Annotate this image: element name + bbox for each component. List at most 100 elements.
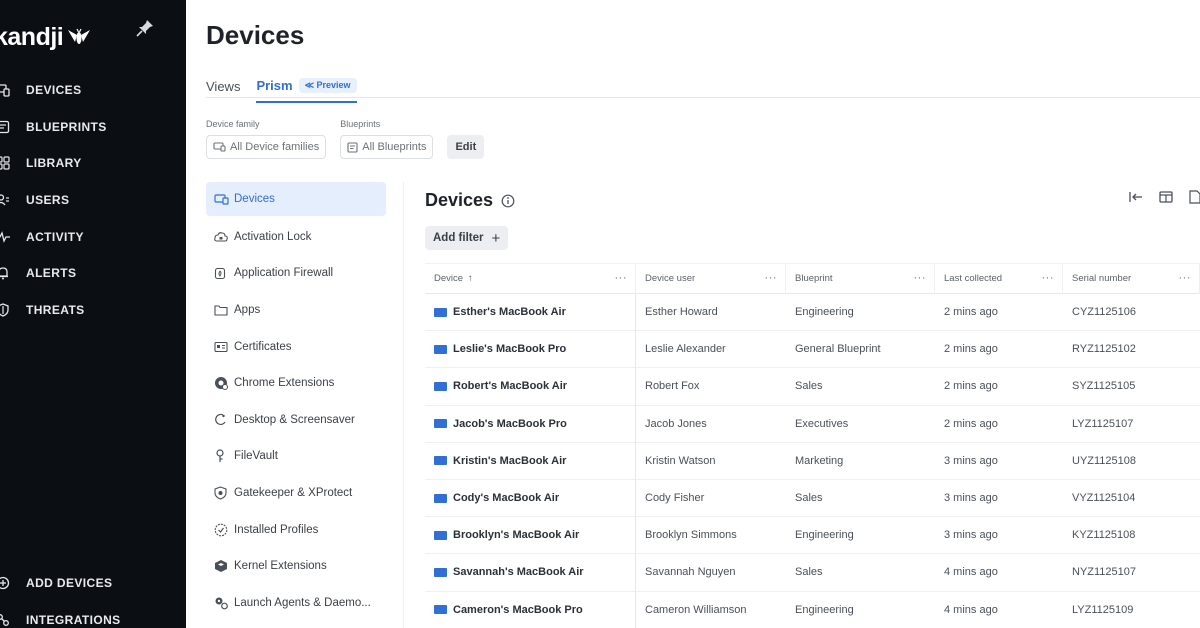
- device-cell[interactable]: Jacob's MacBook Pro: [425, 405, 636, 443]
- category-label: Installed Profiles: [234, 523, 319, 536]
- category-certificates[interactable]: Certificates: [206, 328, 386, 365]
- sidebar-item-label: USERS: [26, 193, 70, 208]
- integrations-icon: [0, 612, 26, 628]
- category-devices[interactable]: Devices: [206, 182, 386, 216]
- firewall-icon: [214, 267, 234, 280]
- device-user-cell: Cameron Williamson: [645, 603, 747, 616]
- category-application-firewall[interactable]: Application Firewall: [206, 255, 386, 292]
- tab-views[interactable]: Views: [206, 79, 240, 94]
- sidebar-item-integrations[interactable]: INTEGRATIONS: [0, 602, 186, 628]
- info-icon[interactable]: [501, 194, 515, 208]
- category-filevault[interactable]: FileVault: [206, 438, 386, 475]
- blueprint-icon: [347, 141, 358, 153]
- table-row[interactable]: Leslie's MacBook Pro Leslie Alexander Ge…: [425, 330, 1200, 369]
- sidebar-item-activity[interactable]: ACTIVITY: [0, 218, 186, 255]
- category-apps[interactable]: Apps: [206, 292, 386, 329]
- category-activation-lock[interactable]: Activation Lock: [206, 219, 386, 256]
- tab-prism[interactable]: Prism ≪ Preview: [256, 78, 357, 103]
- column-menu-icon[interactable]: ···: [615, 272, 628, 284]
- column-header-device[interactable]: Device ↑ ···: [425, 263, 636, 294]
- kandji-logo[interactable]: kandji: [0, 22, 92, 52]
- sidebar-item-label: DEVICES: [26, 83, 82, 98]
- category-installed-profiles[interactable]: Installed Profiles: [206, 511, 386, 548]
- column-header-device-user[interactable]: Device user ···: [636, 263, 786, 294]
- table-row[interactable]: Esther's MacBook Air Esther Howard Engin…: [425, 293, 1200, 332]
- column-menu-icon[interactable]: ···: [765, 272, 778, 284]
- collapse-left-icon[interactable]: [1128, 190, 1158, 204]
- category-label: Application Firewall: [234, 267, 334, 280]
- serial-number-cell: KYZ1125108: [1072, 529, 1136, 542]
- column-header-blueprint[interactable]: Blueprint ···: [786, 263, 935, 294]
- column-menu-icon[interactable]: ···: [1042, 272, 1055, 284]
- column-menu-icon[interactable]: ···: [1179, 272, 1192, 284]
- serial-number-cell: LYZ1125107: [1072, 417, 1134, 430]
- category-label: Activation Lock: [234, 230, 312, 243]
- category-launch-agents[interactable]: Launch Agents & Daemo...: [206, 585, 386, 622]
- devices-table: Device ↑ ··· Device user ··· Blueprint ·…: [425, 263, 1200, 628]
- check-circle-icon: [214, 523, 234, 537]
- device-cell[interactable]: Robert's MacBook Air: [425, 367, 636, 406]
- laptop-icon: [434, 456, 447, 466]
- device-family-select[interactable]: All Device families: [206, 135, 327, 159]
- laptop-icon: [434, 419, 447, 429]
- blueprints-filter: Blueprints All Blueprints: [340, 119, 434, 159]
- sidebar-item-devices[interactable]: DEVICES: [0, 72, 186, 109]
- export-icon[interactable]: [1188, 190, 1200, 204]
- sidebar-item-blueprints[interactable]: BLUEPRINTS: [0, 109, 186, 146]
- device-cell[interactable]: Cody's MacBook Air: [425, 479, 636, 517]
- serial-number-cell: UYZ1125108: [1072, 454, 1137, 467]
- blueprint-cell: Engineering: [795, 306, 854, 319]
- category-chrome-extensions[interactable]: Chrome Extensions: [206, 365, 386, 402]
- device-cell[interactable]: Brooklyn's MacBook Air: [425, 516, 636, 554]
- category-desktop-screensaver[interactable]: Desktop & Screensaver: [206, 402, 386, 439]
- category-label: FileVault: [234, 450, 278, 463]
- last-collected-cell: 2 mins ago: [944, 306, 998, 319]
- sidebar-item-alerts[interactable]: ALERTS: [0, 255, 186, 292]
- sidebar-item-users[interactable]: USERS: [0, 182, 186, 219]
- columns-icon[interactable]: [1158, 190, 1188, 204]
- device-name: Jacob's MacBook Pro: [453, 417, 567, 430]
- bee-logo-icon: [68, 28, 91, 44]
- column-menu-icon[interactable]: ···: [914, 272, 927, 284]
- table-toolbar: [1128, 190, 1200, 204]
- table-row[interactable]: Robert's MacBook Air Robert Fox Sales 2 …: [425, 367, 1200, 406]
- add-filter-button[interactable]: Add filter +: [425, 226, 509, 250]
- blueprints-select[interactable]: All Blueprints: [340, 135, 434, 159]
- prism-category-list: Devices Activation Lock Application Fire…: [206, 182, 386, 621]
- column-header-serial-number[interactable]: Serial number ···: [1063, 263, 1200, 294]
- pin-icon[interactable]: [135, 18, 155, 38]
- last-collected-cell: 2 mins ago: [944, 417, 998, 430]
- laptop-icon: [434, 307, 447, 317]
- activity-icon: [0, 229, 26, 245]
- category-gatekeeper-xprotect[interactable]: Gatekeeper & XProtect: [206, 475, 386, 512]
- device-user-cell: Cody Fisher: [645, 492, 705, 505]
- device-cell[interactable]: Leslie's MacBook Pro: [425, 330, 636, 368]
- category-label: Certificates: [234, 340, 292, 353]
- filter-value: All Device families: [230, 141, 320, 153]
- sidebar-item-add-devices[interactable]: ADD DEVICES: [0, 565, 186, 602]
- table-row[interactable]: Savannah's MacBook Air Savannah Nguyen S…: [425, 553, 1200, 592]
- table-row[interactable]: Brooklyn's MacBook Air Brooklyn Simmons …: [425, 516, 1200, 555]
- device-cell[interactable]: Esther's MacBook Air: [425, 293, 636, 331]
- table-row[interactable]: Kristin's MacBook Air Kristin Watson Mar…: [425, 442, 1200, 480]
- blueprint-cell: Marketing: [795, 454, 844, 467]
- devices-icon: [0, 82, 26, 98]
- category-kernel-extensions[interactable]: Kernel Extensions: [206, 548, 386, 585]
- sidebar-item-threats[interactable]: THREATS: [0, 292, 186, 329]
- device-cell[interactable]: Savannah's MacBook Air: [425, 553, 636, 591]
- device-cell[interactable]: Cameron's MacBook Pro: [425, 591, 636, 628]
- column-label: Serial number: [1072, 273, 1132, 284]
- device-name: Robert's MacBook Air: [453, 380, 568, 393]
- table-row[interactable]: Cameron's MacBook Pro Cameron Williamson…: [425, 591, 1200, 628]
- table-row[interactable]: Cody's MacBook Air Cody Fisher Sales 3 m…: [425, 479, 1200, 518]
- column-label: Last collected: [944, 273, 1003, 284]
- brand-name: kandji: [0, 22, 64, 51]
- serial-number-cell: SYZ1125105: [1072, 380, 1136, 393]
- edit-filters-button[interactable]: Edit: [447, 135, 485, 159]
- table-row[interactable]: Jacob's MacBook Pro Jacob Jones Executiv…: [425, 405, 1200, 443]
- chevrons-left-icon: ≪: [304, 80, 317, 90]
- device-cell[interactable]: Kristin's MacBook Air: [425, 442, 636, 480]
- sidebar-item-label: ACTIVITY: [26, 229, 84, 244]
- column-header-last-collected[interactable]: Last collected ···: [935, 263, 1063, 294]
- sidebar-item-library[interactable]: LIBRARY: [0, 145, 186, 182]
